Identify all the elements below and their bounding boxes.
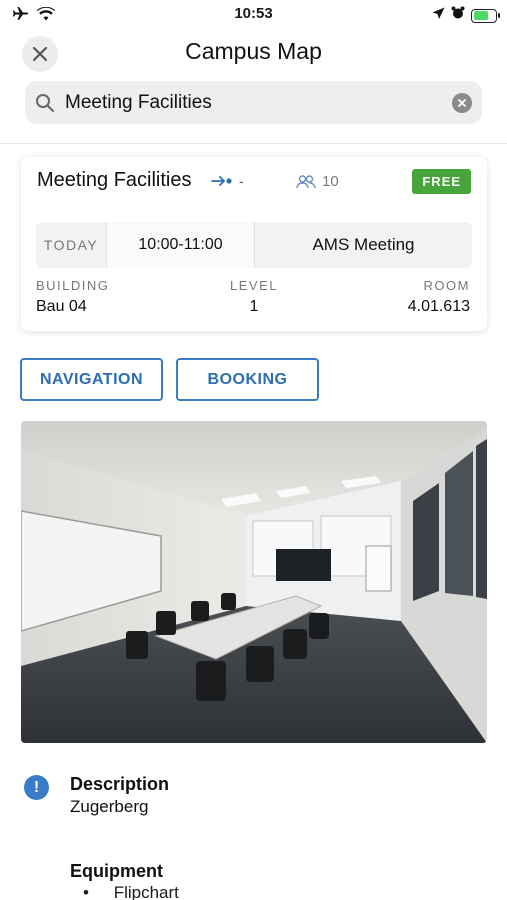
search-icon	[35, 92, 57, 114]
battery-icon	[471, 8, 500, 23]
search-input[interactable]	[65, 91, 452, 114]
status-badge: FREE	[412, 169, 471, 194]
search-bar[interactable]	[25, 81, 482, 124]
page-title: Campus Map	[185, 38, 322, 64]
route-arrow-icon	[211, 176, 232, 186]
booking-time: 10:00-11:00	[106, 222, 255, 268]
booking-row[interactable]: TODAY 10:00-11:00 AMS Meeting	[36, 222, 472, 268]
clear-search-button[interactable]	[452, 92, 472, 113]
status-bar: 10:53	[0, 0, 507, 28]
route-distance: -	[239, 173, 244, 189]
booking-button[interactable]: BOOKING	[176, 358, 319, 401]
room-label: ROOM	[423, 278, 470, 293]
room-card[interactable]: Meeting Facilities - 10 FREE TODAY 10:00…	[21, 157, 487, 331]
description-text: Zugerberg	[70, 797, 149, 816]
bullet-icon: •	[83, 883, 89, 900]
equipment-heading: Equipment	[70, 861, 163, 881]
room-number: 4.01.613	[407, 298, 470, 315]
booking-day: TODAY	[43, 237, 99, 253]
equipment-item: • Flipchart	[83, 883, 179, 900]
clear-icon	[458, 98, 466, 107]
location-arrow-icon	[432, 7, 445, 25]
status-right	[432, 6, 500, 25]
header-divider	[0, 143, 507, 144]
capacity: 10	[296, 173, 339, 190]
equipment-label: Flipchart	[113, 883, 179, 900]
info-icon: !	[24, 775, 49, 800]
capacity-value: 10	[322, 173, 339, 190]
status-time: 10:53	[234, 5, 273, 22]
room-name: Meeting Facilities	[37, 169, 192, 191]
navigation-button[interactable]: NAVIGATION	[20, 358, 163, 401]
description-heading: Description	[70, 774, 170, 794]
route-info: -	[211, 173, 244, 189]
level-label: LEVEL	[230, 278, 278, 293]
booking-event: AMS Meeting	[312, 235, 415, 254]
alarm-icon	[451, 6, 465, 25]
battery-fill	[473, 11, 488, 20]
room-photo	[21, 421, 487, 743]
people-icon	[296, 174, 316, 188]
